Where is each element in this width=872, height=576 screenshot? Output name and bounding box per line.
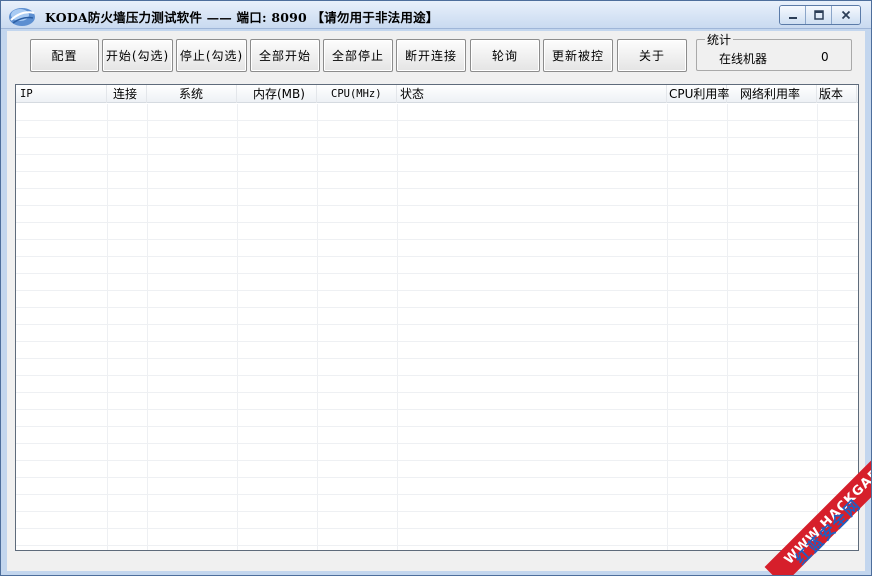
stop-all-button[interactable]: 全部停止 bbox=[323, 39, 393, 72]
column-memory[interactable]: 内存(MB) bbox=[237, 85, 317, 103]
stop-checked-button[interactable]: 停止(勾选) bbox=[176, 39, 247, 72]
column-system[interactable]: 系统 bbox=[147, 85, 237, 103]
grid-line bbox=[237, 104, 238, 550]
app-window: KODA防火墙压力测试软件 —— 端口: 8090 【请勿用于非法用途】 配置 … bbox=[0, 0, 872, 576]
client-area: 配置 开始(勾选) 停止(勾选) 全部开始 全部停止 断开连接 轮询 更新被控 … bbox=[7, 31, 865, 571]
poll-button[interactable]: 轮询 bbox=[470, 39, 540, 72]
online-machines-count: 0 bbox=[821, 50, 829, 64]
restore-icon[interactable] bbox=[806, 6, 832, 24]
title-bar[interactable]: KODA防火墙压力测试软件 —— 端口: 8090 【请勿用于非法用途】 bbox=[1, 1, 871, 29]
start-checked-button[interactable]: 开始(勾选) bbox=[102, 39, 173, 72]
minimize-icon[interactable] bbox=[780, 6, 806, 24]
column-status[interactable]: 状态 bbox=[397, 85, 667, 103]
start-all-button[interactable]: 全部开始 bbox=[250, 39, 320, 72]
online-machines-label: 在线机器 bbox=[719, 52, 768, 66]
column-cpu[interactable]: CPU(MHz) bbox=[317, 85, 397, 103]
stats-legend: 统计 bbox=[705, 31, 734, 48]
grid-line bbox=[397, 104, 398, 550]
list-header: IP 连接 系统 内存(MB) CPU(MHz) 状态 CPU利用率 网络利用率… bbox=[16, 85, 858, 103]
machine-list[interactable]: IP 连接 系统 内存(MB) CPU(MHz) 状态 CPU利用率 网络利用率… bbox=[15, 84, 859, 551]
grid-line bbox=[727, 104, 728, 550]
grid-line bbox=[667, 104, 668, 550]
column-network-usage[interactable]: 网络利用率 bbox=[727, 85, 817, 103]
list-body[interactable] bbox=[16, 104, 858, 550]
grid-line bbox=[817, 104, 818, 550]
about-button[interactable]: 关于 bbox=[617, 39, 687, 72]
column-cpu-usage[interactable]: CPU利用率 bbox=[667, 85, 729, 103]
column-version[interactable]: 版本 bbox=[817, 85, 857, 103]
column-ip[interactable]: IP bbox=[16, 85, 107, 103]
update-controlled-button[interactable]: 更新被控 bbox=[543, 39, 613, 72]
config-button[interactable]: 配置 bbox=[30, 39, 99, 72]
stats-group: 统计 在线机器 0 bbox=[696, 31, 852, 71]
window-controls bbox=[779, 5, 861, 25]
column-connection[interactable]: 连接 bbox=[107, 85, 147, 103]
grid-line bbox=[317, 104, 318, 550]
grid-line bbox=[147, 104, 148, 550]
close-icon[interactable] bbox=[832, 6, 860, 24]
grid-line bbox=[107, 104, 108, 550]
disconnect-button[interactable]: 断开连接 bbox=[396, 39, 466, 72]
app-logo-icon bbox=[9, 8, 35, 26]
window-title: KODA防火墙压力测试软件 —— 端口: 8090 【请勿用于非法用途】 bbox=[45, 10, 439, 25]
